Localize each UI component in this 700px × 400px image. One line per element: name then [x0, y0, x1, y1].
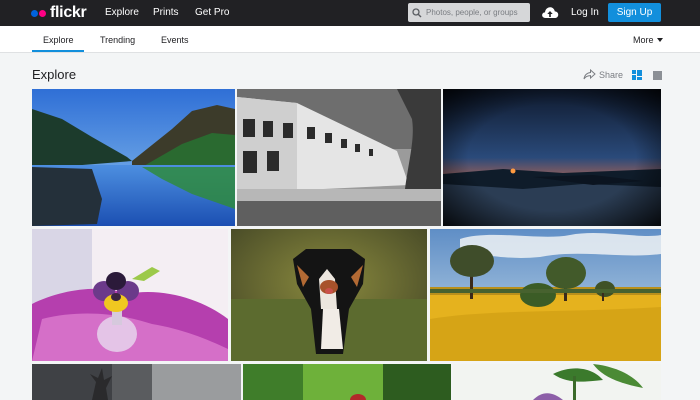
search-icon[interactable] — [408, 3, 426, 22]
search-input[interactable] — [426, 8, 526, 17]
nav-get-pro[interactable]: Get Pro — [195, 7, 229, 18]
photo-dog-running[interactable] — [231, 229, 427, 361]
logo-pink-dot — [39, 9, 46, 17]
tab-trending[interactable]: Trending — [100, 35, 135, 45]
photo-flowers[interactable] — [453, 364, 661, 400]
photo-row-houses[interactable] — [237, 89, 441, 226]
upload-cloud-icon[interactable] — [541, 5, 559, 19]
login-link[interactable]: Log In — [571, 7, 599, 18]
tab-events[interactable]: Events — [161, 35, 189, 45]
nav-explore[interactable]: Explore — [105, 7, 139, 18]
single-view-icon[interactable] — [653, 71, 662, 80]
photo-sunset-lake[interactable] — [443, 89, 661, 226]
top-bar: flickr Explore Prints Get Pro Log In Sig… — [0, 0, 700, 26]
share-label: Share — [599, 69, 624, 80]
logo-text: flickr — [50, 4, 87, 21]
photo-pansy-flower[interactable] — [32, 229, 228, 361]
logo-blue-dot — [31, 9, 38, 17]
signup-button[interactable]: Sign Up — [608, 3, 661, 22]
more-menu[interactable]: More — [633, 35, 663, 45]
search-box[interactable] — [408, 3, 530, 22]
share-button[interactable]: Share — [583, 69, 623, 80]
chevron-down-icon — [656, 38, 663, 42]
justified-view-icon[interactable] — [632, 70, 642, 80]
photo-dark-tree[interactable] — [32, 364, 241, 400]
share-icon — [583, 69, 596, 80]
tab-explore[interactable]: Explore — [43, 35, 74, 45]
nav-prints[interactable]: Prints — [153, 7, 179, 18]
photo-green-blur[interactable] — [243, 364, 451, 400]
page-title: Explore — [32, 67, 77, 82]
photo-mountain-lake[interactable] — [32, 89, 235, 226]
flickr-logo[interactable]: flickr — [31, 4, 87, 22]
active-tab-indicator — [32, 50, 84, 52]
more-label: More — [633, 35, 654, 45]
photo-yellow-field[interactable] — [430, 229, 661, 361]
